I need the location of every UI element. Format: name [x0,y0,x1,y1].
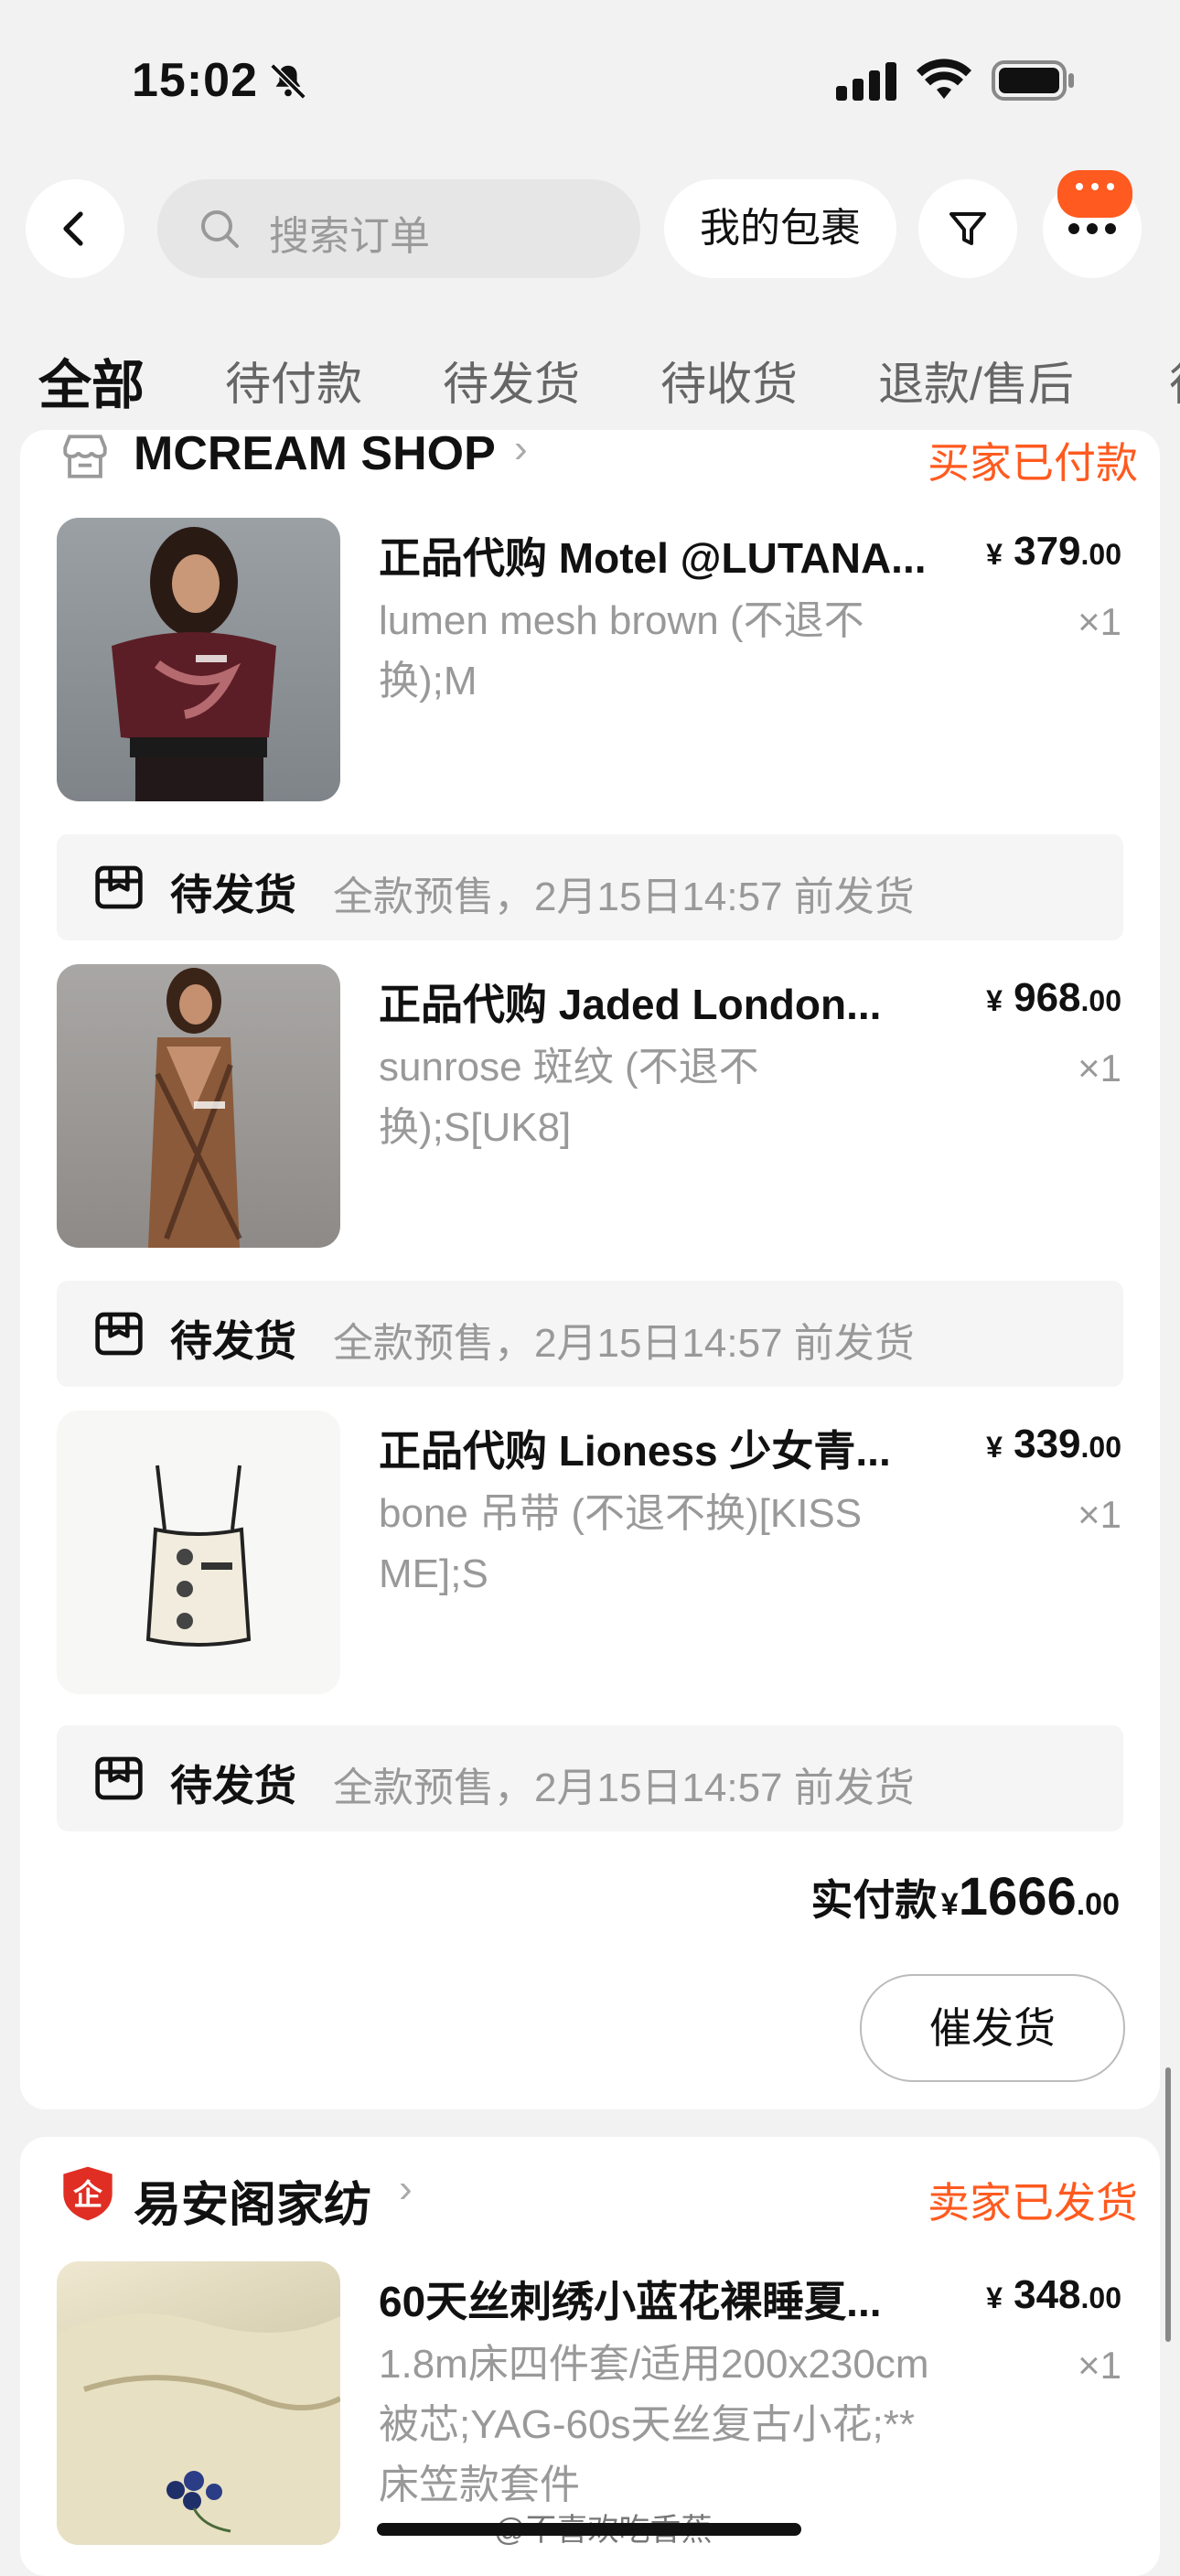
product-image-art [148,968,242,1248]
my-packages-button[interactable]: 我的包裹 [664,179,896,278]
shop-name[interactable]: 易安阁家纺 [134,2166,371,2235]
filter-icon [949,212,986,245]
price-integer: 339 [1014,1422,1081,1466]
product-image-art [57,2313,340,2545]
badge-dot [1107,183,1114,190]
product-image[interactable] [57,518,340,801]
status-time: 15:02 [132,54,258,107]
product-spec: bone 吊带 (不退不换)[KISS ME];S [379,1491,863,1596]
more-dot [1068,223,1079,234]
product-spec: sunrose 斑纹 (不退不换);S[UK8] [379,1045,759,1150]
total-integer: 1666 [958,1867,1077,1927]
product-spec: lumen mesh brown (不退不换);M [379,598,864,703]
product-image[interactable] [57,1411,340,1694]
product-image[interactable] [57,2261,340,2545]
shop-name[interactable]: MCREAM SHOP [134,426,496,481]
currency-symbol: ¥ [986,984,1003,1017]
product-image-art [112,527,276,801]
product-price: ¥ 348.00 [920,2272,1121,2318]
product-image-art [145,1465,252,1647]
shipping-deadline: 全款预售，2月15日14:57 前发货 [333,875,915,919]
currency-symbol: ¥ [986,538,1003,571]
product-price: ¥ 968.00 [920,975,1121,1021]
product-image[interactable] [57,964,340,1248]
home-indicator[interactable] [377,2523,801,2536]
currency-symbol: ¥ [940,1887,959,1922]
filter-button[interactable] [918,179,1017,278]
chevron-right-icon: › [399,2166,413,2211]
scrollbar[interactable] [1165,2067,1171,2342]
package-icon [95,1756,143,1800]
order-status: 买家已付款 [928,439,1138,487]
shipping-status-bar: 待发货 全款预售，2月15日14:57 前发货 [57,834,1123,940]
wifi-icon [917,59,971,99]
currency-symbol: ¥ [986,2281,1003,2314]
product-title[interactable]: 正品代购 Lioness 少女青... [379,1418,946,1478]
total-label: 实付款 [810,1876,938,1924]
message-badge-icon [1057,170,1132,218]
search-icon [201,210,239,248]
tab-pending-payment[interactable]: 待付款 [225,348,362,413]
svg-text:企: 企 [73,2177,103,2212]
shop-icon [63,435,107,478]
product-quantity: ×1 [1078,2344,1121,2387]
order-status: 卖家已发货 [928,2179,1138,2227]
price-integer: 968 [1014,975,1081,1020]
product-quantity: ×1 [1078,1493,1121,1536]
cellular-signal-icon [836,62,896,101]
currency-symbol: ¥ [986,1431,1003,1464]
urge-shipment-button[interactable]: 催发货 [860,1974,1125,2082]
search-input[interactable]: 搜索订单 [157,179,640,278]
product-price: ¥ 339.00 [920,1422,1121,1467]
search-placeholder: 搜索订单 [269,214,430,259]
bell-muted-icon [270,63,306,100]
shipping-label: 待发货 [170,1317,296,1365]
product-title[interactable]: 正品代购 Jaded London... [379,971,946,1032]
price-decimal: .00 [1080,984,1121,1017]
enterprise-badge-icon: 企 [63,2166,113,2221]
price-decimal: .00 [1080,2281,1121,2314]
tab-partial[interactable]: 待 [1169,348,1180,413]
tab-refund[interactable]: 退款/售后 [878,348,1074,413]
chevron-left-icon [63,211,83,246]
price-decimal: .00 [1080,538,1121,571]
more-dot [1087,223,1098,234]
product-title[interactable]: 60天丝刺绣小蓝花裸睡夏... [379,2269,946,2329]
badge-dot [1076,183,1083,190]
product-spec: 1.8m床四件套/适用200x230cm被芯;YAG-60s天丝复古小花;**床… [379,2342,929,2507]
tab-pending-receipt[interactable]: 待收货 [660,348,798,413]
package-icon [95,865,143,909]
battery-icon [992,60,1074,101]
price-decimal: .00 [1080,1431,1121,1464]
price-integer: 348 [1014,2272,1081,2317]
back-button[interactable] [26,179,124,278]
chevron-right-icon: › [514,426,528,471]
order-total: 实付款 ¥1666.00 [810,1866,1120,1927]
package-icon [95,1312,143,1356]
shipping-label: 待发货 [170,871,296,918]
product-quantity: ×1 [1078,1046,1121,1089]
shipping-deadline: 全款预售，2月15日14:57 前发货 [333,1321,915,1366]
product-quantity: ×1 [1078,600,1121,643]
badge-dot [1091,183,1099,190]
shipping-deadline: 全款预售，2月15日14:57 前发货 [333,1766,915,1810]
shipping-status-bar: 待发货 全款预售，2月15日14:57 前发货 [57,1281,1123,1387]
shipping-label: 待发货 [170,1762,296,1809]
more-dot [1105,223,1116,234]
shipping-status-bar: 待发货 全款预售，2月15日14:57 前发货 [57,1725,1123,1831]
tab-all[interactable]: 全部 [38,342,145,419]
price-integer: 379 [1014,529,1081,574]
product-price: ¥ 379.00 [920,529,1121,574]
product-title[interactable]: 正品代购 Motel @LUTANA... [379,525,946,585]
tab-pending-shipment[interactable]: 待发货 [443,348,580,413]
total-decimal: .00 [1076,1887,1120,1922]
